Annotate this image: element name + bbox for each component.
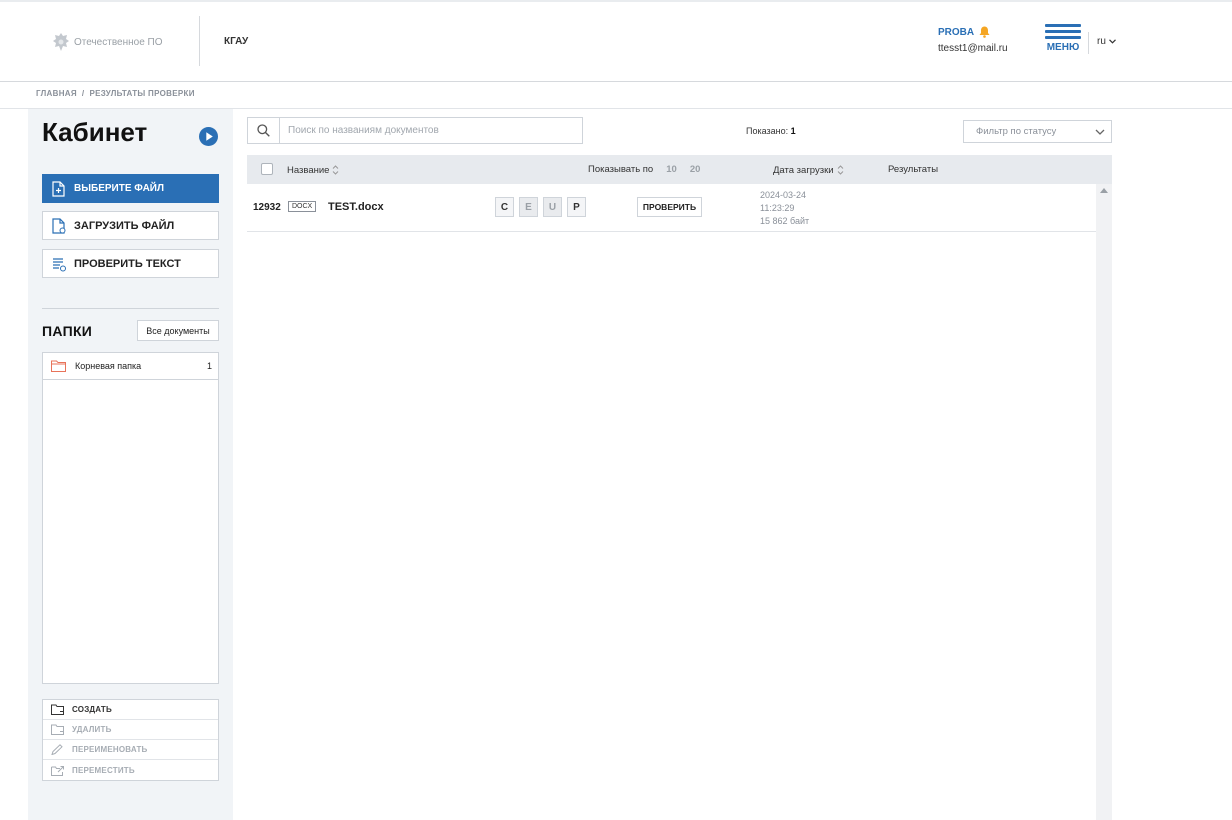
table-row[interactable]: 12932 DOCX TEST.docx C E U P ПРОВЕРИТЬ 2… [247, 184, 1096, 232]
move-folder-label: ПЕРЕМЕСТИТЬ [72, 765, 135, 775]
language-selector[interactable]: ru [1097, 36, 1116, 47]
upload-file-button[interactable]: ЗАГРУЗИТЬ ФАЙЛ [42, 211, 219, 240]
select-all-checkbox[interactable] [261, 163, 273, 175]
text-check-icon [53, 257, 66, 271]
rename-folder-button[interactable]: ПЕРЕИМЕНОВАТЬ [43, 740, 218, 760]
account-name: PROBA [938, 26, 975, 38]
choose-file-label: ВЫБЕРИТЕ ФАЙЛ [74, 183, 164, 194]
account-name-row: PROBA [938, 26, 1008, 38]
upload-time: 11:23:29 [760, 203, 795, 213]
folder-delete-icon [51, 724, 64, 735]
folder-icon [51, 360, 66, 372]
column-upload-date-label: Дата загрузки [773, 164, 834, 176]
document-id: 12932 [253, 202, 281, 213]
account-info[interactable]: PROBA ttesst1@mail.ru [938, 26, 1008, 54]
search-icon-wrap [248, 118, 280, 143]
delete-folder-label: УДАЛИТЬ [72, 725, 112, 734]
folder-count: 1 [206, 361, 212, 371]
delete-folder-button[interactable]: УДАЛИТЬ [43, 720, 218, 740]
mode-c-button[interactable]: C [495, 197, 514, 217]
emblem-icon [53, 33, 69, 51]
breadcrumb: ГЛАВНАЯ / РЕЗУЛЬТАТЫ ПРОВЕРКИ [36, 89, 195, 98]
check-document-button[interactable]: ПРОВЕРИТЬ [637, 197, 702, 217]
column-results: Результаты [888, 164, 938, 175]
sort-icon [837, 165, 843, 175]
chevron-down-icon [1108, 39, 1116, 44]
shown-label: Показано: [746, 126, 789, 136]
create-folder-label: СОЗДАТЬ [72, 705, 112, 714]
organization-name: КГАУ [224, 36, 249, 47]
move-folder-button[interactable]: ПЕРЕМЕСТИТЬ [43, 760, 218, 780]
file-upload-icon [52, 217, 66, 234]
per-page-10[interactable]: 10 [666, 164, 677, 175]
status-filter-value: Фильтр по статусу [976, 126, 1057, 137]
file-size: 15 862 байт [760, 216, 810, 226]
menu-button[interactable]: МЕНЮ [1045, 24, 1081, 53]
chevron-down-icon [1095, 129, 1105, 135]
scrollbar[interactable] [1096, 184, 1112, 820]
page-title: Кабинет [42, 117, 148, 147]
search-input[interactable] [280, 125, 570, 136]
rename-folder-label: ПЕРЕИМЕНОВАТЬ [72, 745, 148, 754]
folder-item[interactable]: Корневая папка 1 [43, 353, 218, 380]
per-page-control: Показывать по 10 20 [588, 164, 700, 175]
breadcrumb-home[interactable]: ГЛАВНАЯ [36, 89, 77, 98]
folder-name: Корневая папка [75, 361, 142, 371]
column-results-label: Результаты [888, 164, 939, 175]
account-email: ttesst1@mail.ru [938, 43, 1008, 54]
choose-file-button[interactable]: ВЫБЕРИТЕ ФАЙЛ [42, 174, 219, 203]
shown-value: 1 [790, 126, 796, 136]
mode-u-button[interactable]: U [543, 197, 562, 217]
header-divider [199, 16, 200, 66]
per-page-20[interactable]: 20 [690, 164, 701, 175]
breadcrumb-separator: / [81, 89, 85, 98]
search-icon[interactable] [257, 124, 270, 137]
document-type-badge: DOCX [288, 201, 317, 212]
logo-text: Отечественное ПО [74, 36, 163, 48]
all-documents-button[interactable]: Все документы [137, 320, 219, 341]
sidebar-divider [42, 308, 219, 309]
pencil-icon [51, 744, 63, 755]
mode-p-button[interactable]: P [567, 197, 586, 217]
folder-list: Корневая папка 1 [42, 352, 219, 684]
table-header: Название Показывать по 10 20 Дата загруз… [247, 155, 1112, 184]
upload-info: 2024-03-24 11:23:29 15 862 байт [760, 189, 809, 228]
breadcrumb-current: РЕЗУЛЬТАТЫ ПРОВЕРКИ [89, 89, 195, 98]
folder-move-icon [51, 765, 64, 776]
status-filter-select[interactable]: Фильтр по статусу [963, 120, 1112, 143]
create-folder-button[interactable]: СОЗДАТЬ [43, 700, 218, 720]
bell-icon[interactable] [979, 26, 990, 38]
upload-date: 2024-03-24 [760, 190, 807, 200]
language-divider [1088, 32, 1089, 54]
language-value: ru [1097, 36, 1106, 47]
check-text-label: ПРОВЕРИТЬ ТЕКСТ [74, 257, 181, 270]
sort-icon [333, 165, 339, 175]
scroll-up-arrow-icon[interactable] [1100, 188, 1108, 193]
mode-e-button[interactable]: E [519, 197, 538, 217]
search-box [247, 117, 583, 144]
shown-count: Показано: 1 [746, 126, 796, 136]
play-video-icon[interactable] [199, 127, 218, 146]
check-text-button[interactable]: ПРОВЕРИТЬ ТЕКСТ [42, 249, 219, 278]
app-header: Отечественное ПО КГАУ PROBA ttesst1@mail… [0, 2, 1232, 82]
folder-add-icon [51, 704, 64, 715]
hamburger-icon [1045, 24, 1081, 39]
file-add-icon [52, 180, 65, 197]
folder-actions: СОЗДАТЬ УДАЛИТЬ ПЕРЕИМЕНОВАТЬ ПЕРЕМЕСТИТ… [42, 699, 219, 781]
per-page-label: Показывать по [588, 164, 654, 175]
sort-by-name[interactable]: Название [287, 164, 339, 176]
column-name-label: Название [287, 164, 330, 176]
sidebar: Кабинет ВЫБЕРИТЕ ФАЙЛ ЗАГРУЗИТЬ ФАЙЛ ПРО… [28, 109, 233, 820]
upload-file-label: ЗАГРУЗИТЬ ФАЙЛ [74, 219, 175, 232]
document-name[interactable]: TEST.docx [328, 201, 384, 213]
menu-label: МЕНЮ [1046, 42, 1080, 53]
sort-by-upload-date[interactable]: Дата загрузки [773, 164, 844, 176]
folders-title: ПАПКИ [42, 323, 93, 339]
logo[interactable]: Отечественное ПО [52, 32, 163, 52]
